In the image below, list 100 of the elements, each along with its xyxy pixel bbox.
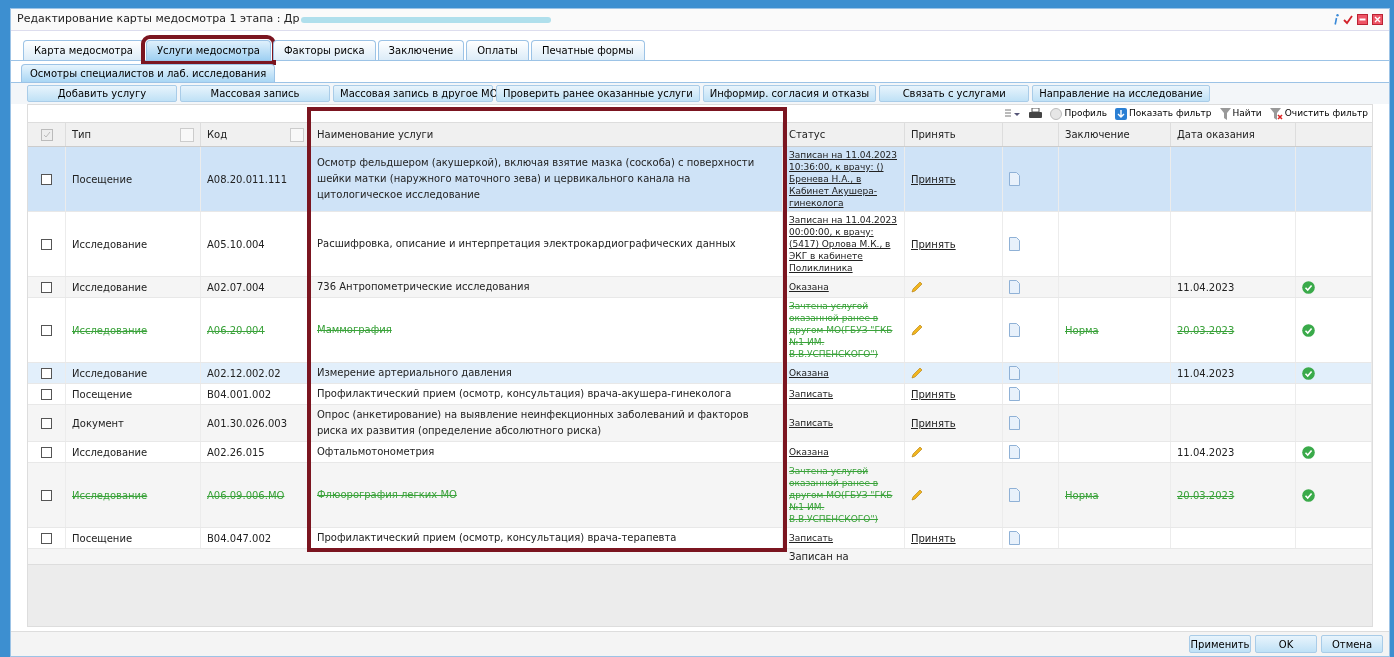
- column-header[interactable]: Принять: [911, 127, 956, 142]
- print-icon[interactable]: [1029, 107, 1043, 120]
- action-button[interactable]: Проверить ранее оказанные услуги: [496, 85, 700, 102]
- status-link[interactable]: Записать: [789, 532, 834, 544]
- row-checkbox[interactable]: [41, 446, 52, 458]
- tab[interactable]: Факторы риска: [272, 40, 376, 60]
- row-checkbox[interactable]: [41, 238, 52, 250]
- column-header[interactable]: Дата оказания: [1177, 127, 1255, 142]
- check-icon[interactable]: [1343, 14, 1353, 25]
- service-name-cell-text: Опрос (анкетирование) на выявление неинфекционных заболеваний и факторов риска их развития (определение абсолютного риска): [317, 408, 750, 438]
- accept-link[interactable]: Принять: [911, 530, 956, 546]
- document-icon[interactable]: [1009, 280, 1020, 294]
- document-icon[interactable]: [1009, 488, 1020, 502]
- dialog-button[interactable]: OK: [1255, 635, 1317, 653]
- pencil-icon[interactable]: [911, 446, 923, 458]
- code-cell-text: A02.07.004: [207, 280, 265, 295]
- column-menu-button[interactable]: [290, 127, 304, 142]
- columns-menu-icon[interactable]: [1005, 108, 1022, 119]
- conclusion-cell-text: Норма: [1065, 323, 1099, 338]
- code-cell-text: A01.30.026.003: [207, 416, 287, 431]
- dialog-button[interactable]: Применить: [1189, 635, 1251, 653]
- table-row[interactable]: Посещение B04.001.002 Профилактический прием (осмотр, консультация) врача-акушера-гинеколога Записать Принять: [28, 384, 1372, 405]
- toolbar-button[interactable]: Показать фильтр: [1115, 106, 1212, 121]
- row-checkbox[interactable]: [41, 281, 52, 293]
- row-checkbox[interactable]: [41, 489, 52, 501]
- info-icon[interactable]: [1334, 14, 1339, 25]
- code-cell-text: A08.20.011.111: [207, 172, 287, 187]
- date-cell-text: 20.03.2023: [1177, 323, 1235, 338]
- table-row[interactable]: Исследование A02.26.015 Офтальмотонометрия Оказана 11.04.2023: [28, 442, 1372, 463]
- document-icon[interactable]: [1009, 323, 1020, 337]
- toolbar-button[interactable]: Профиль: [1050, 106, 1107, 121]
- pencil-icon[interactable]: [911, 281, 923, 293]
- action-button[interactable]: Связать с услугами: [879, 85, 1030, 102]
- table-row[interactable]: Посещение B04.047.002 Профилактический прием (осмотр, консультация) врача-терапевта Записать Принять: [28, 528, 1372, 549]
- code-cell-text: A02.12.002.02: [207, 366, 281, 381]
- minimize-icon[interactable]: [1357, 14, 1368, 25]
- column-menu-button[interactable]: [180, 127, 194, 142]
- table-row[interactable]: Исследование A02.07.004 736 Антропометрические исследования Оказана 11.04.2023: [28, 277, 1372, 298]
- code-cell-text: A06.20.004: [207, 323, 265, 338]
- column-header[interactable]: Статус: [789, 127, 826, 142]
- status-link[interactable]: Записать: [789, 417, 834, 429]
- table-row[interactable]: Исследование A06.20.004 Маммография Зачтена услугой оказанной ранее в другом МО(ГБУЗ "ГКБ №1 ИМ. В.В.УСПЕНСКОГО") Норма 20.03.2023: [28, 298, 1372, 363]
- toolbar-button[interactable]: Очистить фильтр: [1269, 106, 1368, 121]
- status-link[interactable]: Оказана: [789, 446, 829, 458]
- table-row[interactable]: Исследование A05.10.004 Расшифровка, описание и интерпретация электрокардиографических данных Записан на 11.04.2023 00:00:00, к врачу: (5417) Орлова М.К., в ЭКГ в кабинете Поликлиника Принять: [28, 212, 1372, 277]
- accept-link[interactable]: Принять: [911, 386, 956, 402]
- type-cell-text: Исследование: [72, 366, 148, 381]
- date-cell-text: 11.04.2023: [1177, 366, 1235, 381]
- column-header[interactable]: Наименование услуги: [317, 127, 434, 142]
- row-checkbox[interactable]: [41, 324, 52, 336]
- status-link[interactable]: Записать: [789, 388, 834, 400]
- document-icon[interactable]: [1009, 445, 1020, 459]
- action-button[interactable]: Массовая запись: [180, 85, 330, 102]
- dialog-button[interactable]: Отмена: [1321, 635, 1383, 653]
- action-button[interactable]: Добавить услугу: [27, 85, 177, 102]
- accept-link[interactable]: Принять: [911, 171, 956, 187]
- table-row[interactable]: Документ A01.30.026.003 Опрос (анкетирование) на выявление неинфекционных заболеваний и факторов риска их развития (определение абсолютного риска) Записать Принять: [28, 405, 1372, 442]
- pencil-icon[interactable]: [911, 324, 923, 336]
- tab[interactable]: Оплаты: [466, 40, 529, 60]
- document-icon[interactable]: [1009, 416, 1020, 430]
- accept-link[interactable]: Принять: [911, 415, 956, 431]
- column-header[interactable]: Заключение: [1065, 127, 1130, 142]
- subtab[interactable]: Осмотры специалистов и лаб. исследования: [21, 64, 276, 82]
- tab[interactable]: Заключение: [377, 40, 465, 60]
- table-row[interactable]: [28, 147, 1372, 212]
- status-link[interactable]: Зачтена услугой оказанной ранее в другом МО(ГБУЗ "ГКБ №1 ИМ. В.В.УСПЕНСКОГО"): [789, 300, 898, 360]
- select-all-icon[interactable]: [40, 128, 53, 141]
- document-icon[interactable]: [1009, 172, 1020, 186]
- row-checkbox[interactable]: [41, 388, 52, 400]
- funnel-clear-icon: [1269, 107, 1283, 120]
- conclusion-cell-text: Норма: [1065, 488, 1099, 503]
- type-cell-text: Посещение: [72, 387, 133, 402]
- row-checkbox[interactable]: [41, 173, 52, 185]
- tab[interactable]: Печатные формы: [530, 40, 645, 60]
- document-icon[interactable]: [1009, 237, 1020, 251]
- column-header[interactable]: Код: [207, 127, 228, 142]
- column-header[interactable]: Тип: [72, 127, 92, 142]
- toolbar-button[interactable]: Найти: [1219, 106, 1262, 121]
- status-link[interactable]: Записан на 11.04.2023 00:00:00, к врачу: (5417) Орлова М.К., в ЭКГ в кабинете Поликлиника: [789, 214, 898, 274]
- document-icon[interactable]: [1009, 387, 1020, 401]
- status-link[interactable]: Записан на 11.04.2023 10:36:00, к врачу: () Бренева Н.А., в Кабинет Акушера-гинеколога: [789, 149, 898, 209]
- status-link[interactable]: Оказана: [789, 367, 829, 379]
- row-checkbox[interactable]: [41, 532, 52, 544]
- code-cell-text: A02.26.015: [207, 445, 265, 460]
- document-icon[interactable]: [1009, 366, 1020, 380]
- window-title: Редактирование карты медосмотра 1 этапа : Др: [17, 11, 300, 28]
- tab[interactable]: Карта медосмотра: [23, 40, 144, 60]
- close-icon[interactable]: [1372, 14, 1383, 25]
- pencil-icon[interactable]: [911, 489, 923, 501]
- pencil-icon[interactable]: [911, 367, 923, 379]
- accept-link[interactable]: Принять: [911, 236, 956, 252]
- service-name-cell-text: Расшифровка, описание и интерпретация электрокардиографических данных: [317, 237, 736, 251]
- service-name-cell-text: 736 Антропометрические исследования: [317, 280, 530, 294]
- action-button[interactable]: Направление на исследование: [1032, 85, 1210, 102]
- row-checkbox[interactable]: [41, 367, 52, 379]
- table-row[interactable]: Исследование A02.12.002.02 Измерение артериального давления Оказана 11.04.2023: [28, 363, 1372, 384]
- row-checkbox[interactable]: [41, 417, 52, 429]
- status-link[interactable]: Оказана: [789, 281, 829, 293]
- document-icon[interactable]: [1009, 531, 1020, 545]
- action-button[interactable]: Информир. согласия и отказы: [702, 85, 877, 102]
